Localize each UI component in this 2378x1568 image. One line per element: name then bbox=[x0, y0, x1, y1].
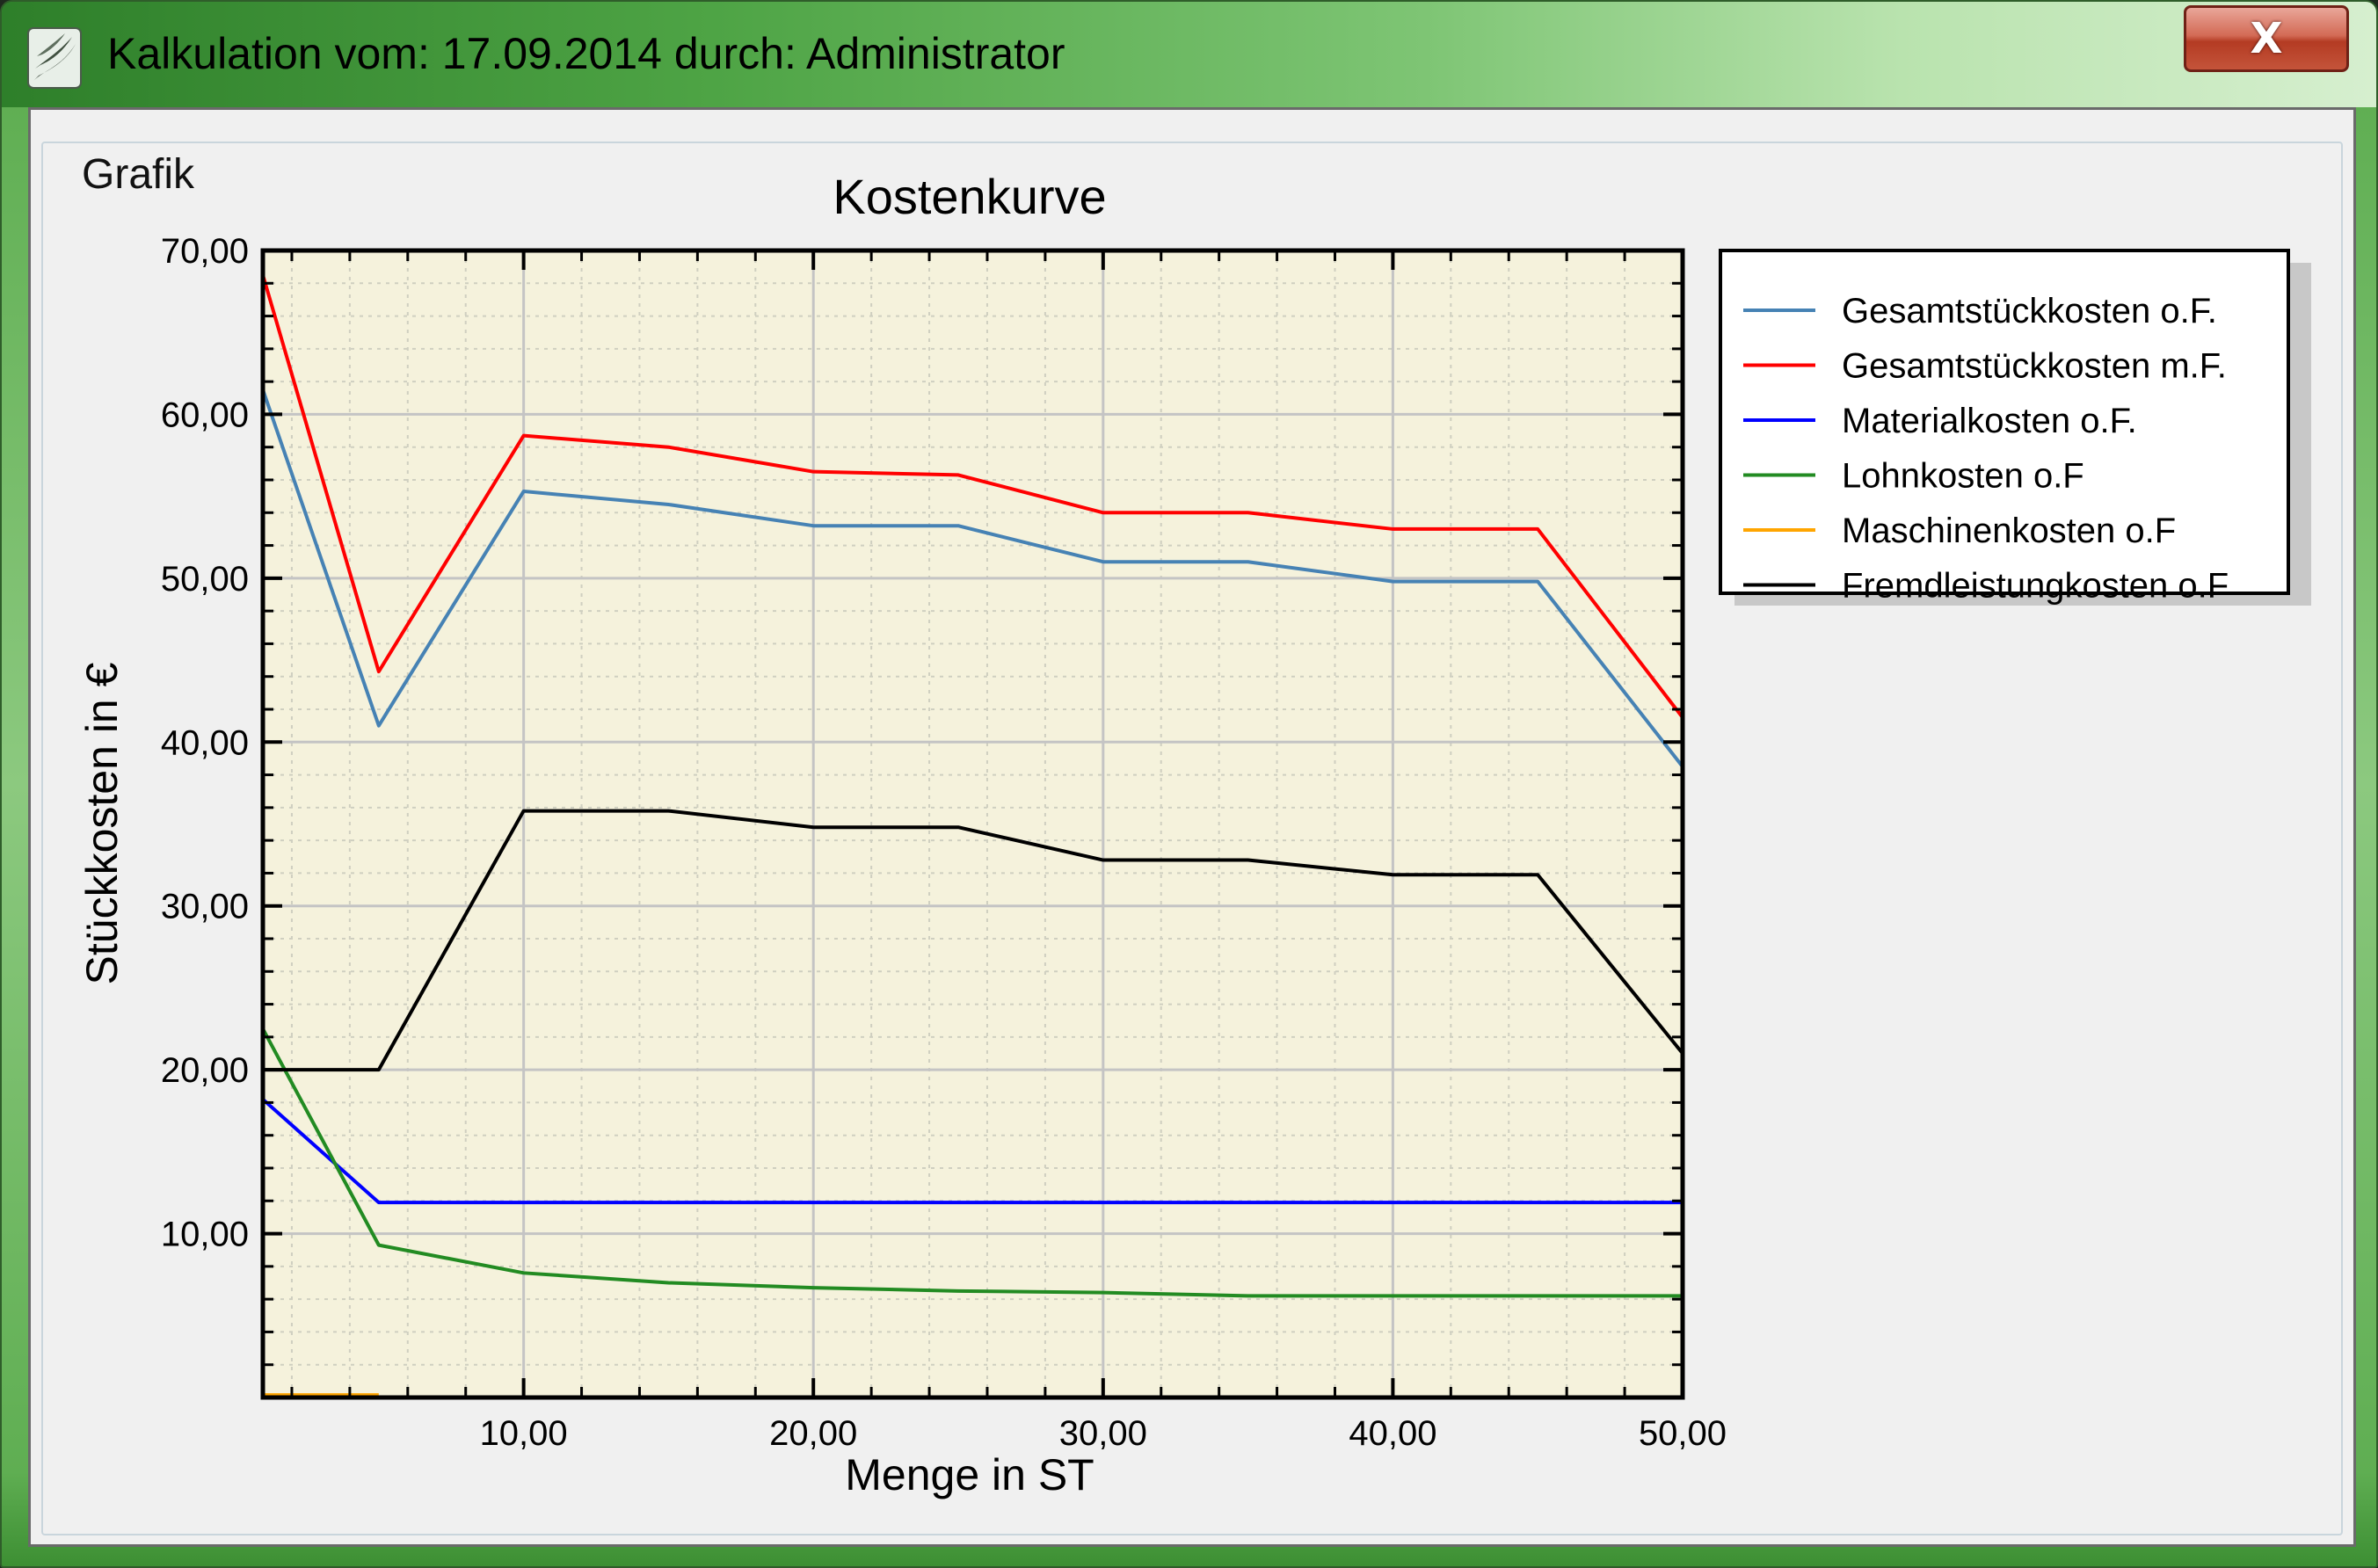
y-axis-label: Stückkosten in € bbox=[77, 662, 127, 984]
x-tick-label: 20,00 bbox=[769, 1414, 857, 1453]
y-tick-label: 50,00 bbox=[161, 560, 249, 599]
legend-label: Lohnkosten o.F bbox=[1842, 457, 2084, 496]
legend-label: Fremdleistungkosten o.F bbox=[1842, 567, 2229, 606]
x-tick-label: 40,00 bbox=[1349, 1414, 1436, 1453]
dialog-window: Kalkulation vom: 17.09.2014 durch: Admin… bbox=[0, 0, 2378, 1568]
plot-area bbox=[260, 248, 1685, 1400]
y-tick-label: 30,00 bbox=[161, 888, 249, 926]
title-bar[interactable]: Kalkulation vom: 17.09.2014 durch: Admin… bbox=[2, 2, 2376, 107]
legend-label: Gesamtstückkosten m.F. bbox=[1842, 347, 2227, 386]
cost-curve-chart: Kostenkurve 10,00 20,00 30,00 40,00 50,00 60,… bbox=[77, 169, 2311, 1499]
client-area: Grafik Kostenkurve 10,00 20,00 30,00 40,00 5… bbox=[28, 107, 2356, 1547]
x-tick-label: 30,00 bbox=[1059, 1414, 1147, 1453]
chart-title: Kostenkurve bbox=[833, 169, 1106, 224]
y-tick-label: 40,00 bbox=[161, 723, 249, 762]
x-tick-label: 50,00 bbox=[1639, 1414, 1727, 1453]
y-tick-label: 20,00 bbox=[161, 1051, 249, 1090]
app-logo-icon bbox=[26, 26, 83, 90]
legend-label: Materialkosten o.F. bbox=[1842, 402, 2137, 440]
legend-label: Maschinenkosten o.F bbox=[1842, 512, 2176, 550]
y-tick-label: 10,00 bbox=[161, 1216, 249, 1254]
chart-legend: Gesamtstückkosten o.F. Gesamtstückkosten … bbox=[1719, 249, 2311, 606]
window-title: Kalkulation vom: 17.09.2014 durch: Admin… bbox=[107, 29, 1065, 78]
y-tick-label: 70,00 bbox=[161, 232, 249, 271]
y-tick-label: 60,00 bbox=[161, 396, 249, 434]
x-axis-label: Menge in ST bbox=[845, 1450, 1094, 1499]
close-icon: X bbox=[2250, 14, 2283, 63]
legend-label: Gesamtstückkosten o.F. bbox=[1842, 292, 2217, 330]
close-button[interactable]: X bbox=[2184, 5, 2349, 72]
x-tick-label: 10,00 bbox=[480, 1414, 568, 1453]
